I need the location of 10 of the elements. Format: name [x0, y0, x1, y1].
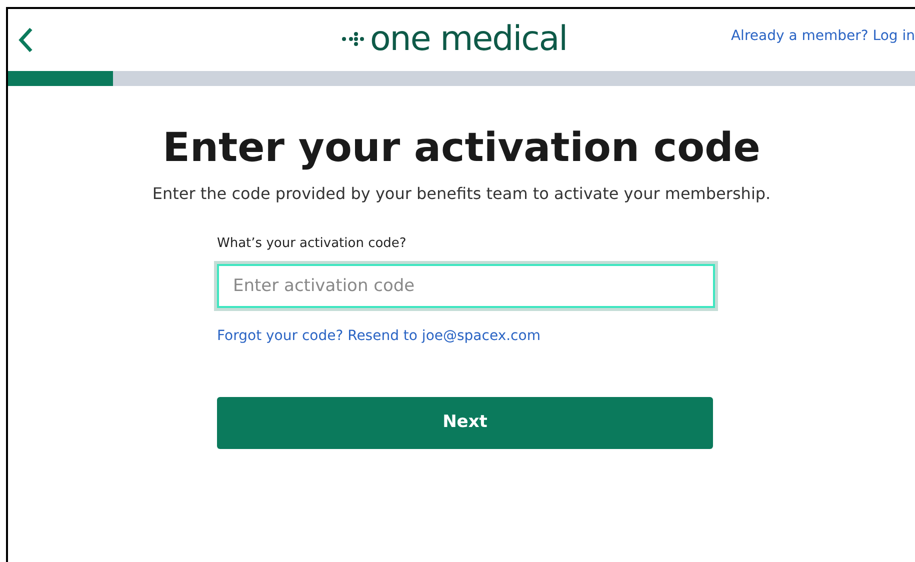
- activation-code-field[interactable]: Enter activation code: [217, 264, 715, 308]
- field-label: What’s your activation code?: [217, 235, 408, 253]
- logo-icon: [342, 31, 364, 47]
- back-icon: [18, 27, 34, 53]
- page-subtitle: Enter the code provided by your benefits team to activate your membership.: [151, 183, 772, 205]
- logo-text: one medical: [370, 19, 568, 59]
- resend-link[interactable]: Forgot your code? Resend to joe@spacex.com: [217, 326, 715, 346]
- next-button[interactable]: Next: [217, 396, 713, 448]
- page-title: Enter your activation code: [162, 124, 762, 172]
- login-link[interactable]: Already a member? Log in: [730, 26, 915, 47]
